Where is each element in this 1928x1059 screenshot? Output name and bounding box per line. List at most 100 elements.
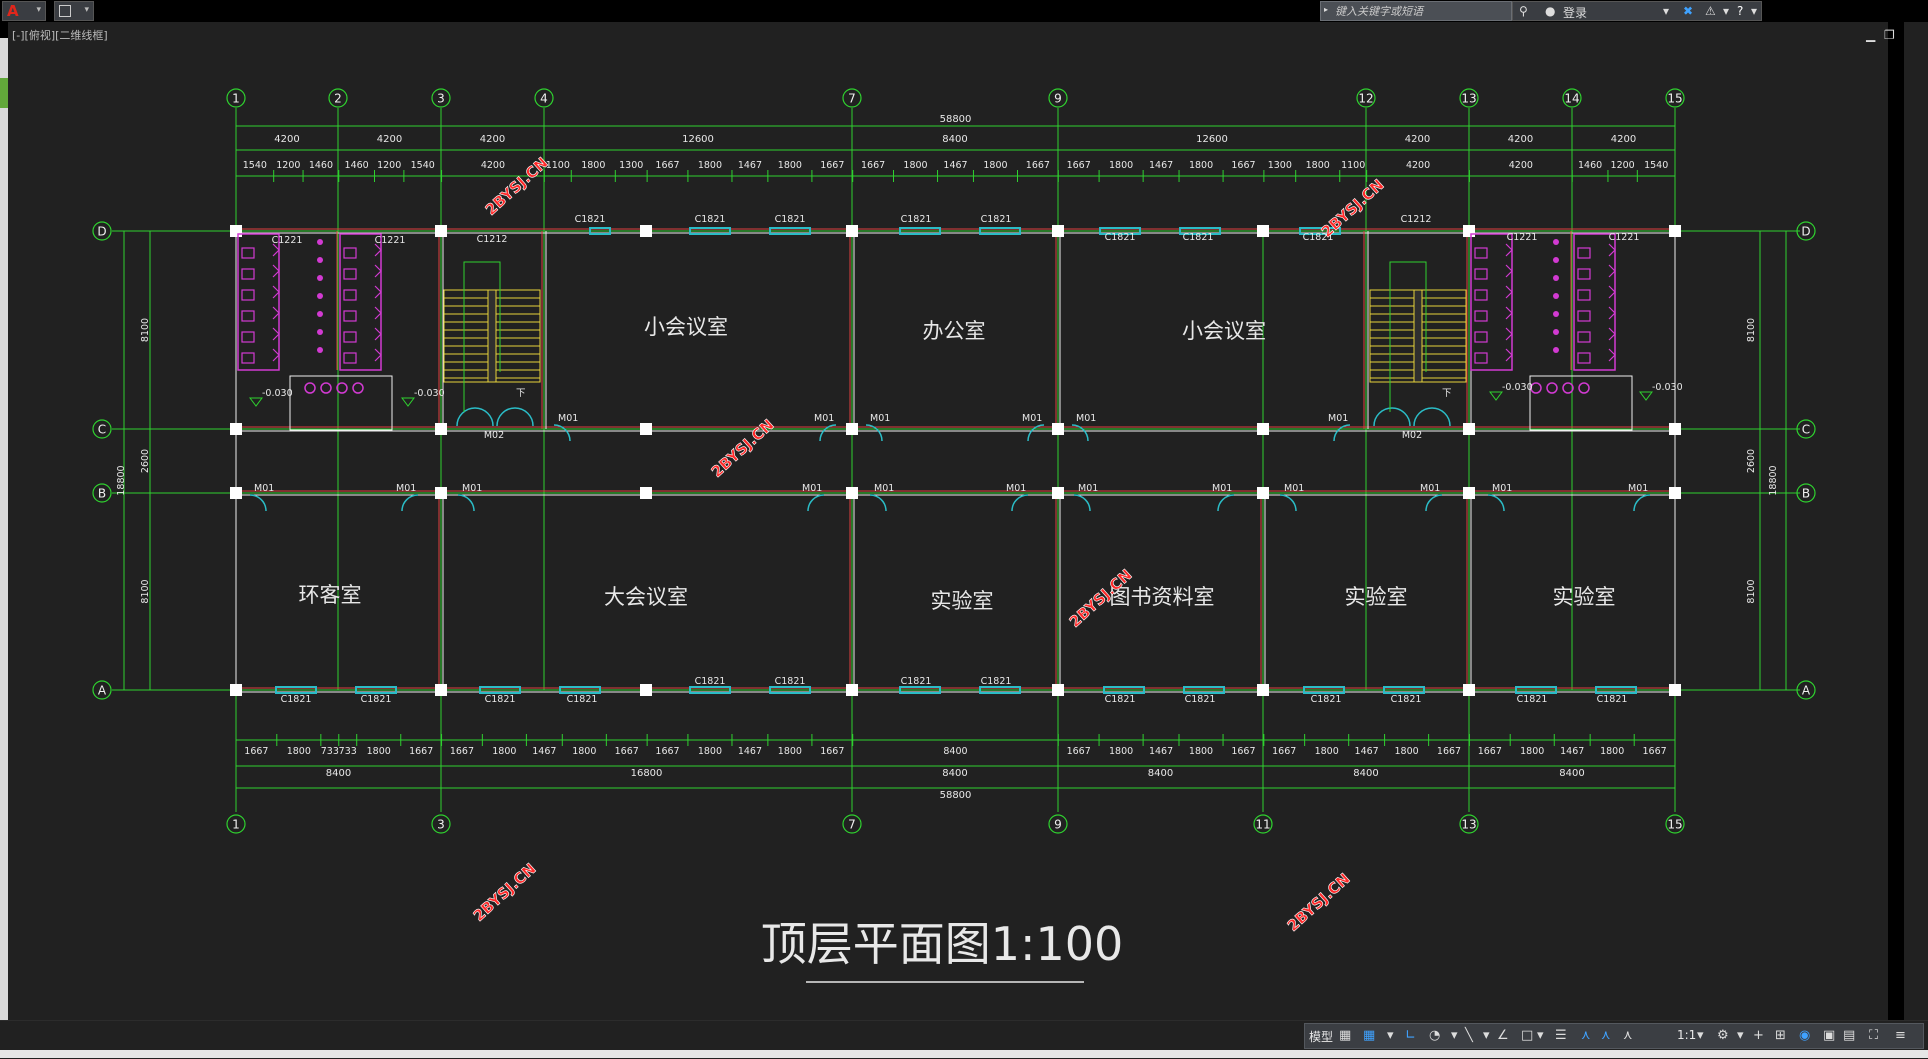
chevron-down-icon[interactable]: ▾ bbox=[1737, 1028, 1744, 1044]
chevron-down-icon[interactable]: ▾ bbox=[1751, 4, 1757, 18]
dimension-value: 1667 bbox=[1231, 160, 1255, 171]
dimension-value: 1540 bbox=[411, 160, 435, 171]
chevron-down-icon[interactable]: ▾ bbox=[1451, 1028, 1458, 1044]
door-swing bbox=[1633, 494, 1651, 512]
window-tag: C1821 bbox=[1597, 694, 1628, 705]
dimension-value: 4200 bbox=[377, 134, 402, 145]
stall-door bbox=[374, 285, 382, 299]
dimension-value: 733 bbox=[321, 746, 339, 757]
isodraft-icon[interactable]: ╲ bbox=[1465, 1028, 1473, 1044]
window-tag: C1821 bbox=[1517, 694, 1548, 705]
application-menu-button[interactable]: A ▾ bbox=[2, 1, 46, 21]
stall-door bbox=[1505, 243, 1513, 257]
search-box[interactable]: ▸ bbox=[1320, 1, 1512, 21]
fullscreen-icon[interactable]: ⛶ bbox=[1869, 1028, 1878, 1044]
chevron-down-icon[interactable]: ▾ bbox=[1663, 4, 1669, 18]
washbasin bbox=[320, 382, 332, 394]
dimension-value: 1667 bbox=[1478, 746, 1502, 757]
axis-label: 13 bbox=[1461, 818, 1476, 832]
annotation-visibility-icon[interactable]: ⋏ bbox=[1581, 1028, 1591, 1044]
help-icon[interactable]: ? bbox=[1737, 4, 1743, 18]
structural-column bbox=[846, 487, 858, 499]
workspace-gear-icon[interactable]: ⚙ bbox=[1717, 1028, 1729, 1044]
exchange-icon[interactable]: ✖ bbox=[1683, 4, 1693, 18]
structural-column bbox=[1052, 423, 1064, 435]
customize-menu-icon[interactable]: ≡ bbox=[1895, 1028, 1906, 1044]
ortho-icon[interactable]: ∟ bbox=[1405, 1028, 1416, 1044]
door-tag: M01 bbox=[558, 413, 578, 424]
window-tag: C1821 bbox=[1391, 694, 1422, 705]
axis-label: B bbox=[98, 487, 106, 501]
dimension-value: 18800 bbox=[116, 465, 127, 495]
clean-screen-icon[interactable]: ▤ bbox=[1843, 1028, 1855, 1044]
door-tag: M01 bbox=[254, 483, 274, 494]
washbasin bbox=[304, 382, 316, 394]
user-icon[interactable]: ● bbox=[1545, 4, 1555, 18]
model-tab[interactable]: 模型 bbox=[1309, 1028, 1333, 1045]
dimension-value: 1200 bbox=[276, 160, 300, 171]
chevron-down-icon[interactable]: ▾ bbox=[1697, 1028, 1704, 1044]
door-tag: M01 bbox=[1284, 483, 1304, 494]
save-icon[interactable] bbox=[59, 5, 71, 17]
grid-icon[interactable]: ▦ bbox=[1339, 1028, 1351, 1044]
chevron-down-icon[interactable]: ▾ bbox=[1723, 4, 1729, 18]
auto-scale-icon[interactable]: ⋏ bbox=[1601, 1028, 1611, 1044]
restore-icon[interactable]: ❐ bbox=[1884, 28, 1895, 42]
window-tag: C1821 bbox=[775, 214, 806, 225]
lineweight-icon[interactable]: ☰ bbox=[1555, 1028, 1567, 1044]
isolate-icon[interactable]: ◉ bbox=[1799, 1028, 1810, 1044]
door-swing bbox=[401, 494, 419, 512]
plus-icon[interactable]: + bbox=[1753, 1028, 1764, 1044]
autodesk-icon[interactable]: ⚠ bbox=[1705, 4, 1716, 18]
hardware-accel-icon[interactable]: ▣ bbox=[1823, 1028, 1835, 1044]
stall-door bbox=[272, 306, 280, 320]
double-door-swing bbox=[456, 407, 494, 427]
dimension-value: 1467 bbox=[1149, 160, 1173, 171]
viewport-controls-label[interactable]: [-][俯视][二维线框] bbox=[12, 27, 108, 43]
chevron-down-icon[interactable]: ▾ bbox=[84, 5, 89, 15]
axis-label: 7 bbox=[848, 92, 856, 106]
dimension-value: 1467 bbox=[1560, 746, 1584, 757]
polar-icon[interactable]: ◔ bbox=[1429, 1028, 1440, 1044]
structural-column bbox=[230, 684, 242, 696]
dimension-value: 1800 bbox=[492, 746, 516, 757]
dimension-value: 8100 bbox=[140, 318, 151, 342]
chevron-down-icon[interactable]: ▾ bbox=[1483, 1028, 1490, 1044]
chevron-down-icon[interactable]: ▾ bbox=[1537, 1028, 1544, 1044]
urinal bbox=[1553, 311, 1559, 317]
urinal bbox=[317, 275, 323, 281]
login-button[interactable]: 登录 bbox=[1563, 4, 1587, 21]
dimension-value: 1667 bbox=[861, 160, 885, 171]
structural-column bbox=[1257, 684, 1269, 696]
expand-arrow-icon[interactable]: ▸ bbox=[1324, 5, 1328, 14]
dimension-value: 1540 bbox=[243, 160, 267, 171]
door-tag: M02 bbox=[1402, 430, 1422, 441]
axis-label: 1 bbox=[232, 92, 240, 106]
palette-tab[interactable] bbox=[0, 78, 8, 108]
chevron-down-icon[interactable]: ▾ bbox=[1387, 1028, 1394, 1044]
drawing-canvas[interactable]: 58800 4200 4200 4200 12600 8400 12600 4200 4200 4… bbox=[8, 22, 1888, 1020]
dimension-value: 8400 bbox=[943, 746, 967, 757]
door-tag: M01 bbox=[814, 413, 834, 424]
axis-label: 11 bbox=[1255, 818, 1270, 832]
dimension-value: 8400 bbox=[1559, 768, 1584, 779]
stair-direction: 下 bbox=[1442, 388, 1452, 399]
axis-label: 14 bbox=[1564, 92, 1579, 106]
search-input[interactable] bbox=[1335, 3, 1505, 19]
window-tag: C1821 bbox=[775, 676, 806, 687]
units-icon[interactable]: ⊞ bbox=[1775, 1028, 1786, 1044]
dimension-value: 8400 bbox=[942, 768, 967, 779]
window-tag: C1221 bbox=[272, 235, 303, 246]
grid-lines bbox=[112, 108, 1800, 812]
dimension-value: 1800 bbox=[581, 160, 605, 171]
minimize-icon[interactable]: ▁ bbox=[1866, 28, 1875, 42]
snap-icon[interactable]: ▦ bbox=[1363, 1028, 1375, 1044]
binoculars-icon[interactable]: ⚲ bbox=[1519, 4, 1528, 18]
structural-column bbox=[1052, 684, 1064, 696]
annotation-scale-icon[interactable]: ⋏ bbox=[1623, 1028, 1633, 1044]
object-snap-icon[interactable]: □ bbox=[1521, 1028, 1533, 1044]
annotation-scale[interactable]: 1:1 bbox=[1677, 1028, 1696, 1042]
object-snap-tracking-icon[interactable]: ∠ bbox=[1497, 1028, 1509, 1044]
quick-access-toolbar[interactable]: ▾ bbox=[54, 1, 94, 21]
dimension-value: 1800 bbox=[983, 160, 1007, 171]
